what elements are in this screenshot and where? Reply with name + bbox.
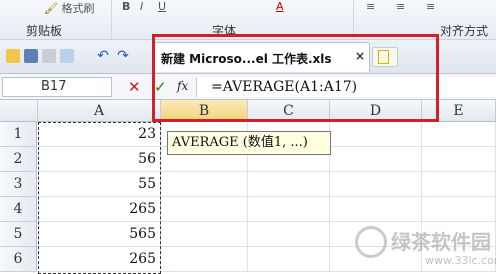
font-color-button[interactable]: A [276,0,284,16]
highlight-box [152,34,439,122]
align-right-icon[interactable]: ≡ [426,0,435,16]
cell-b4[interactable] [161,197,248,222]
cell-e1[interactable] [422,122,496,147]
brush-icon: 🖌 [44,2,58,15]
bold-button[interactable]: B [122,0,130,16]
clipboard-group-label: 剪贴板 [26,24,63,38]
cell-d2[interactable] [330,147,422,172]
watermark: 绿茶软件园 www.33lc.com [355,224,496,274]
cell-b6[interactable] [161,247,248,272]
print-icon[interactable] [42,49,56,63]
function-tooltip: AVERAGE (数值1, ...) [167,131,331,155]
underline-button[interactable]: U [158,0,166,16]
format-painter-button[interactable]: 🖌 格式刷 [44,0,94,16]
cell-d4[interactable] [330,197,422,222]
column-header-a[interactable]: A [38,100,161,122]
row-header[interactable]: 5 [0,222,37,247]
cell-c4[interactable] [248,197,330,222]
print-preview-icon[interactable] [60,49,74,63]
cell-c6[interactable] [248,247,330,272]
row-header[interactable]: 4 [0,197,37,222]
watermark-url: www.33lc.com [425,254,496,267]
italic-button[interactable]: I [140,0,143,16]
cell-e2[interactable] [422,147,496,172]
selected-range-a1-a17 [38,122,161,274]
save-icon[interactable] [24,49,38,63]
row-header[interactable]: 2 [0,147,37,172]
row-header[interactable]: 3 [0,172,37,197]
cell-c3[interactable] [248,172,330,197]
align-left-icon[interactable]: ≡ [366,0,375,16]
open-folder-icon[interactable] [6,49,20,63]
watermark-text: 绿茶软件园 [391,230,491,254]
row-header[interactable]: 1 [0,122,37,147]
cell-d1[interactable] [330,122,422,147]
redo-icon[interactable]: ↷ [116,49,130,63]
watermark-logo-icon [355,226,387,258]
cell-b5[interactable] [161,222,248,247]
undo-icon[interactable]: ↶ [96,49,110,63]
format-painter-label: 格式刷 [61,2,95,15]
cell-b3[interactable] [161,172,248,197]
name-box[interactable]: B17 [2,77,112,97]
select-all-corner[interactable] [0,100,38,122]
cell-d3[interactable] [330,172,422,197]
cell-e4[interactable] [422,197,496,222]
cell-e3[interactable] [422,172,496,197]
row-header[interactable]: 6 [0,247,37,272]
ribbon-divider [111,0,112,40]
cancel-icon[interactable]: ✕ [128,78,141,96]
alignment-group-label: 对齐方式 [440,24,489,38]
align-center-icon[interactable]: ≡ [396,0,405,16]
cell-c5[interactable] [248,222,330,247]
